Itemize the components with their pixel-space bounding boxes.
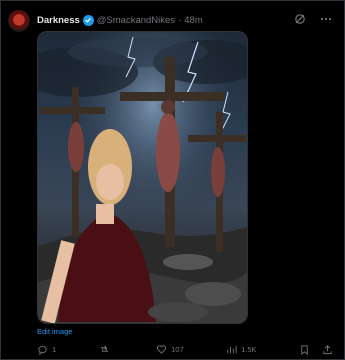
- heart-icon: [157, 344, 167, 354]
- grok-icon[interactable]: [293, 12, 307, 26]
- reply-button[interactable]: 1: [37, 344, 56, 355]
- display-name[interactable]: Darkness: [37, 15, 80, 26]
- separator-dot: ·: [178, 14, 182, 26]
- share-button[interactable]: [322, 344, 333, 355]
- repost-button[interactable]: [99, 344, 114, 355]
- view-count: 1.5K: [241, 344, 257, 354]
- edit-image-link[interactable]: Edit image: [37, 327, 72, 336]
- verified-badge-icon: [82, 14, 94, 26]
- bookmark-button[interactable]: [299, 344, 310, 355]
- views-icon: [227, 345, 237, 353]
- repost-icon: [100, 345, 108, 352]
- user-handle[interactable]: @SmackandNikes: [97, 15, 175, 26]
- views-button[interactable]: 1.5K: [226, 344, 257, 355]
- bookmark-icon: [301, 344, 308, 355]
- avatar[interactable]: [8, 10, 30, 32]
- like-button[interactable]: 107: [156, 344, 184, 355]
- action-bar: 1 107 1.5K: [37, 343, 333, 355]
- reply-count: 1: [52, 344, 57, 354]
- share-icon: [323, 344, 332, 354]
- timestamp[interactable]: 48m: [184, 15, 202, 26]
- tweet-header: Darkness @SmackandNikes · 48m: [37, 12, 203, 28]
- tweet-image[interactable]: [37, 31, 248, 324]
- reply-icon: [38, 345, 47, 355]
- more-icon[interactable]: [319, 12, 333, 26]
- like-count: 107: [171, 344, 184, 354]
